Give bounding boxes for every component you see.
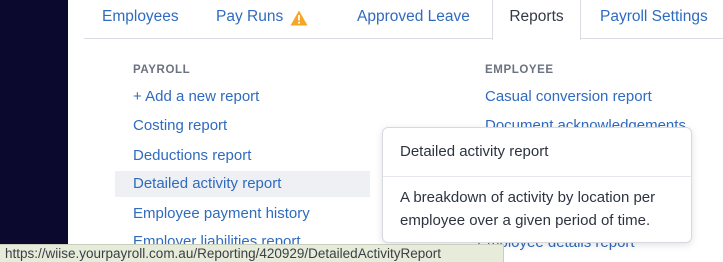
costing-report-link[interactable]: Costing report (133, 113, 227, 139)
add-new-report-link[interactable]: + Add a new report (133, 84, 259, 110)
detailed-activity-report-link[interactable]: Detailed activity report (115, 171, 370, 197)
tab-approved-leave[interactable]: Approved Leave (357, 0, 470, 39)
deductions-report-link[interactable]: Deductions report (133, 143, 251, 169)
tooltip-divider (383, 176, 691, 177)
tooltip-title: Detailed activity report (400, 143, 549, 160)
tab-pay-runs[interactable]: Pay Runs (216, 0, 283, 39)
tooltip-description: A breakdown of activity by location per … (400, 189, 656, 229)
casual-conversion-report-link[interactable]: Casual conversion report (485, 84, 652, 110)
tab-payroll-settings[interactable]: Payroll Settings (600, 0, 708, 39)
warning-icon (290, 10, 308, 26)
tab-bar: Employees Pay Runs Approved Leave Report… (84, 0, 723, 40)
tab-reports[interactable]: Reports (492, 0, 581, 40)
tab-pay-runs-label: Pay Runs (216, 8, 284, 25)
payroll-heading: PAYROLL (133, 64, 191, 76)
gutter (68, 0, 84, 262)
employee-payment-history-link[interactable]: Employee payment history (133, 201, 310, 227)
employee-heading: EMPLOYEE (485, 64, 554, 76)
report-tooltip: Detailed activity report A breakdown of … (382, 127, 692, 243)
status-bar-url: https://wiise.yourpayroll.com.au/Reporti… (0, 244, 504, 262)
left-dark-panel (0, 0, 68, 262)
tab-employees[interactable]: Employees (102, 0, 179, 39)
